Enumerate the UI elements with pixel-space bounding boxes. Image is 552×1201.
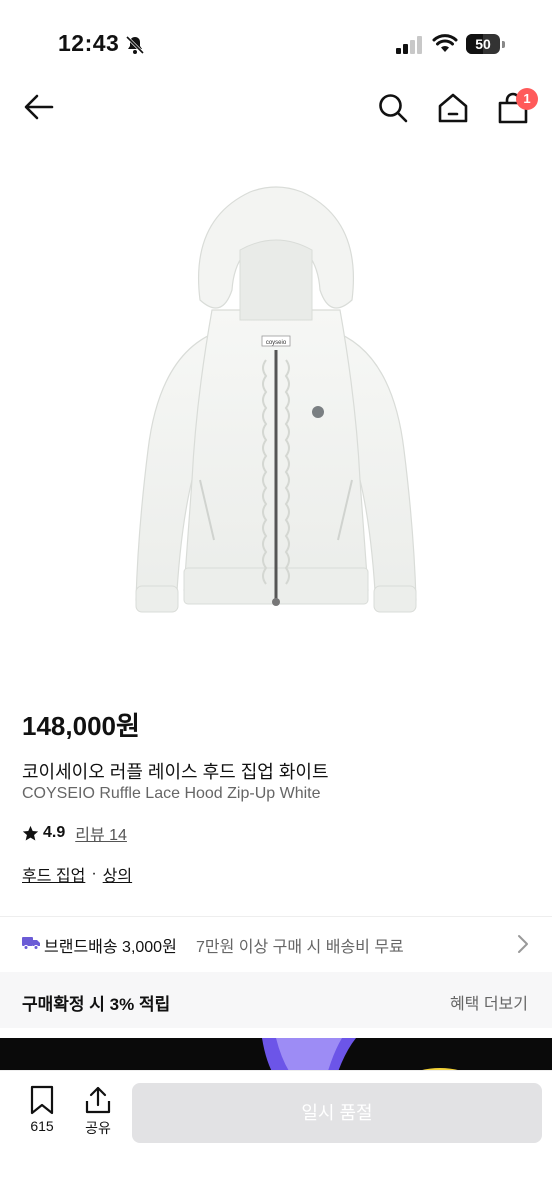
category-link-hood-zipup[interactable]: 후드 집업	[22, 862, 85, 886]
benefit-label: 구매확정 시 3% 적립	[22, 995, 171, 1014]
sold-out-button[interactable]: 일시 품절	[132, 1083, 542, 1143]
shipping-label: 브랜드배송 3,000원	[44, 939, 177, 956]
home-icon[interactable]	[436, 91, 470, 125]
status-bar: 12:43 50	[0, 0, 552, 90]
benefit-more-link[interactable]: 혜택 더보기	[450, 990, 528, 1014]
review-link[interactable]: 리뷰 14	[75, 821, 127, 845]
battery-indicator: 50	[466, 34, 506, 56]
battery-level: 50	[475, 36, 491, 52]
rating-value: 4.9	[43, 824, 66, 841]
bookmark-icon	[30, 1085, 54, 1115]
share-button[interactable]: 공유	[78, 1085, 118, 1138]
wifi-icon	[432, 34, 458, 52]
category-separator: ·	[91, 865, 97, 882]
status-time: 12:43	[58, 30, 120, 56]
bottom-action-bar: 615 공유 일시 품절	[0, 1070, 552, 1201]
truck-icon	[22, 937, 40, 950]
product-name-korean: 코이세이오 러플 레이스 후드 집업 화이트	[22, 762, 329, 782]
shipping-note: 7만원 이상 구매 시 배송비 무료	[196, 939, 404, 956]
product-price: 148,000원	[22, 711, 140, 741]
save-button[interactable]: 615	[22, 1085, 62, 1134]
shipping-info-row[interactable]: 브랜드배송 3,000원 7만원 이상 구매 시 배송비 무료	[0, 917, 552, 971]
share-label: 공유	[85, 1120, 111, 1136]
product-image[interactable]: coyseio	[0, 150, 552, 670]
share-icon	[85, 1086, 111, 1114]
bell-slash-icon	[125, 35, 145, 55]
arrow-left-icon[interactable]	[22, 90, 56, 124]
cart-count-badge: 1	[516, 88, 538, 110]
category-breadcrumb: 후드 집업 · 상의	[22, 862, 132, 886]
benefit-row: 구매확정 시 3% 적립 혜택 더보기	[0, 972, 552, 1028]
category-link-tops[interactable]: 상의	[103, 862, 132, 886]
rating-row: 4.9 리뷰 14	[22, 821, 127, 845]
save-count: 615	[30, 1118, 54, 1134]
product-name-english: COYSEIO Ruffle Lace Hood Zip-Up White	[22, 785, 321, 802]
search-icon[interactable]	[376, 91, 410, 125]
chevron-right-icon	[518, 935, 528, 953]
hoodie-label-text: coyseio	[266, 340, 287, 346]
cellular-signal-icon	[396, 36, 422, 54]
star-icon	[22, 825, 39, 840]
